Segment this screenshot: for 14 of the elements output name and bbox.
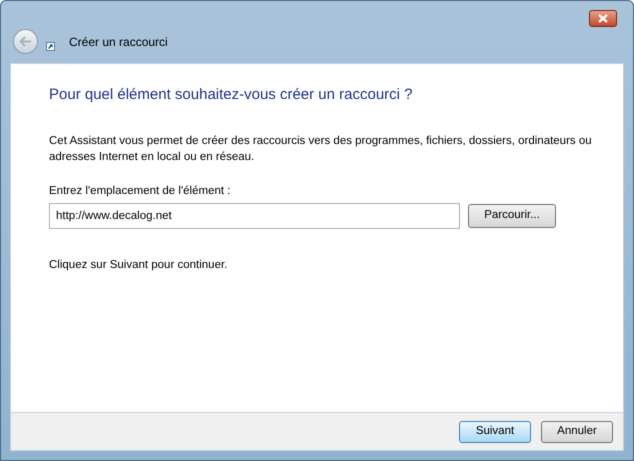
shortcut-icon: [46, 42, 55, 51]
page-heading: Pour quel élément souhaitez-vous créer un raccourci ?: [49, 85, 414, 105]
location-field[interactable]: http://www.decalog.net: [49, 202, 460, 229]
close-icon: [598, 14, 608, 23]
description-text: Cet Assistant vous permet de créer des raccourcis vers des programmes, fichiers, dossiers, ordinateurs ou adresses Internet en local ou en réseau.: [49, 134, 593, 164]
dialog-button[interactable]: Annuler: [541, 420, 613, 442]
back-button[interactable]: [13, 29, 38, 54]
continue-hint: Cliquez sur Suivant pour continuer.: [49, 258, 228, 273]
close-button[interactable]: [589, 10, 617, 27]
location-label: Entrez l'emplacement de l'élément :: [49, 184, 232, 198]
browse-button[interactable]: Parcourir...: [468, 204, 556, 228]
window-title: Créer un raccourci: [69, 34, 168, 50]
back-arrow-icon: [19, 36, 32, 47]
dialog-button[interactable]: Suivant: [459, 420, 531, 442]
